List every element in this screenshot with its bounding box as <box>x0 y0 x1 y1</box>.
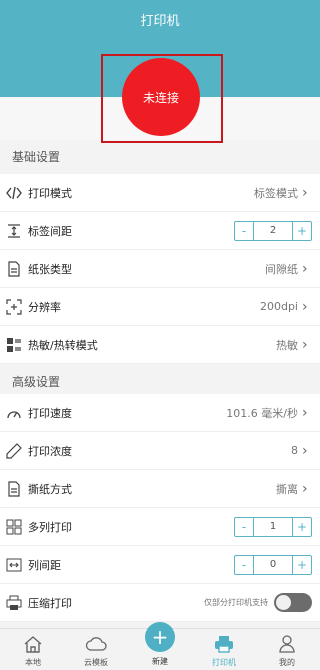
new-button[interactable]: + <box>145 622 175 652</box>
row-label: 热敏/热转模式 <box>28 338 98 352</box>
row-multi-column: 多列打印 - 1 + <box>0 508 320 546</box>
code-icon <box>5 184 23 202</box>
row-label: 列间距 <box>28 558 61 572</box>
row-value: 8 <box>291 444 298 457</box>
document-icon <box>5 480 23 498</box>
row-value: 200dpi <box>259 300 298 313</box>
row-tear-mode[interactable]: 撕纸方式 撕离 › <box>0 470 320 508</box>
row-print-speed[interactable]: 打印速度 101.6 毫米/秒 › <box>0 394 320 432</box>
home-icon <box>8 633 58 655</box>
row-label: 打印模式 <box>28 186 72 200</box>
chevron-right-icon: › <box>302 480 308 497</box>
row-label: 打印浓度 <box>28 444 72 458</box>
nav-item-local[interactable]: 本地 <box>8 633 58 668</box>
increment-button[interactable]: + <box>293 556 311 574</box>
plus-icon: + <box>151 625 169 649</box>
nav-label: 本地 <box>25 658 41 667</box>
stepper-value[interactable]: 0 <box>253 555 293 574</box>
user-icon <box>262 633 312 655</box>
fullscreen-icon <box>5 298 23 316</box>
nav-item-mine[interactable]: 我的 <box>262 633 312 668</box>
column-gap-stepper: - 0 + <box>234 554 312 575</box>
row-label: 撕纸方式 <box>28 482 72 496</box>
horizontal-gap-icon <box>5 556 23 574</box>
grid-list-icon <box>5 336 23 354</box>
toggle-knob <box>276 595 291 610</box>
label-gap-stepper: - 2 + <box>234 220 312 241</box>
row-value: 热敏 <box>276 338 298 352</box>
nav-item-cloud[interactable]: 云模板 <box>71 633 121 668</box>
row-value: 间隙纸 <box>265 262 298 276</box>
compress-printer-icon <box>5 594 23 612</box>
toggle-note: 仅部分打印机支持 <box>204 598 268 607</box>
nav-label: 我的 <box>279 658 295 667</box>
speedometer-icon <box>5 404 23 422</box>
increment-button[interactable]: + <box>293 518 311 536</box>
decrement-button[interactable]: - <box>235 556 253 574</box>
stepper-value[interactable]: 2 <box>253 221 293 240</box>
row-value: 101.6 毫米/秒 <box>226 406 298 420</box>
nav-item-printer[interactable]: 打印机 <box>199 633 249 668</box>
page-title: 打印机 <box>140 14 180 29</box>
chevron-right-icon: › <box>302 298 308 315</box>
printer-icon <box>199 633 249 655</box>
row-label: 压缩打印 <box>28 596 72 610</box>
nav-label: 打印机 <box>212 658 236 667</box>
stepper-value[interactable]: 1 <box>253 517 293 536</box>
row-label: 纸张类型 <box>28 262 72 276</box>
nav-label: 云模板 <box>84 658 108 667</box>
row-value: 撕离 <box>276 482 298 496</box>
chevron-right-icon: › <box>302 442 308 459</box>
vertical-gap-icon <box>5 222 23 240</box>
cloud-icon <box>71 633 121 655</box>
compress-print-toggle[interactable] <box>274 593 312 612</box>
document-icon <box>5 260 23 278</box>
decrement-button[interactable]: - <box>235 518 253 536</box>
new-label: 新建 <box>152 657 168 666</box>
section-title-basic: 基础设置 <box>12 150 61 164</box>
section-title-advanced: 高级设置 <box>12 375 61 389</box>
pen-icon <box>5 442 23 460</box>
chevron-right-icon: › <box>302 184 308 201</box>
row-label: 分辨率 <box>28 300 61 314</box>
connection-status-button[interactable]: 未连接 <box>122 58 200 136</box>
row-paper-type[interactable]: 纸张类型 间隙纸 › <box>0 250 320 288</box>
decrement-button[interactable]: - <box>235 222 253 240</box>
row-label: 打印速度 <box>28 406 72 420</box>
increment-button[interactable]: + <box>293 222 311 240</box>
chevron-right-icon: › <box>302 260 308 277</box>
row-thermal-mode[interactable]: 热敏/热转模式 热敏 › <box>0 326 320 364</box>
row-label: 多列打印 <box>28 520 72 534</box>
row-label-gap: 标签间距 - 2 + <box>0 212 320 250</box>
grid-icon <box>5 518 23 536</box>
row-print-density[interactable]: 打印浓度 8 › <box>0 432 320 470</box>
row-value: 标签模式 <box>254 186 298 200</box>
row-resolution[interactable]: 分辨率 200dpi › <box>0 288 320 326</box>
row-compress-print: 压缩打印 仅部分打印机支持 <box>0 584 320 622</box>
chevron-right-icon: › <box>302 336 308 353</box>
row-label: 标签间距 <box>28 224 72 238</box>
row-print-mode[interactable]: 打印模式 标签模式 › <box>0 174 320 212</box>
multi-column-stepper: - 1 + <box>234 516 312 537</box>
chevron-right-icon: › <box>302 404 308 421</box>
row-column-gap: 列间距 - 0 + <box>0 546 320 584</box>
